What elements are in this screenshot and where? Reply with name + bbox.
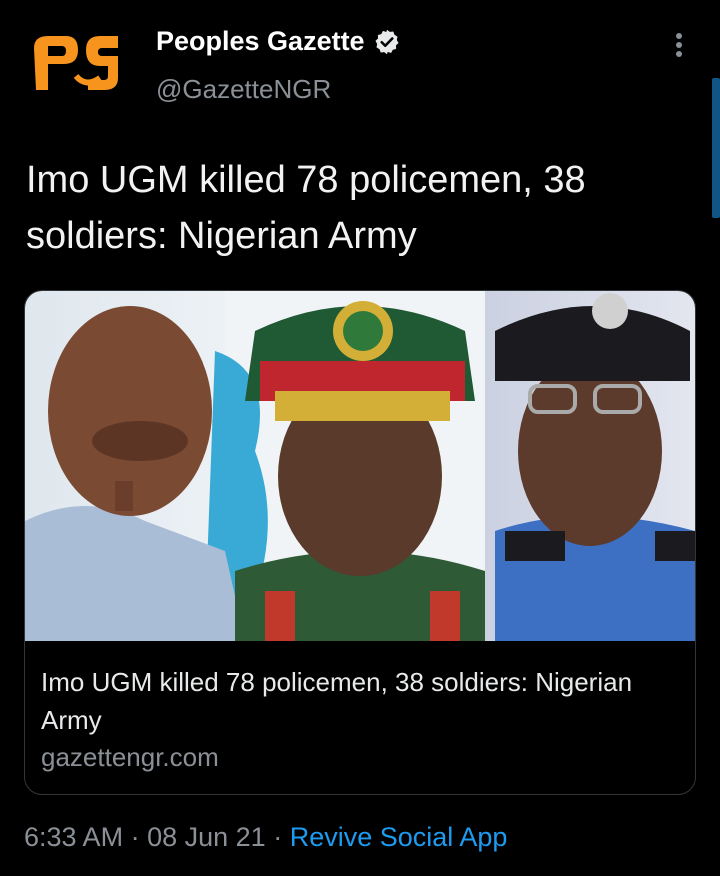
meta-separator: ·	[273, 822, 283, 852]
tweet-date[interactable]: 08 Jun 21	[147, 822, 266, 852]
link-card-title[interactable]: Imo UGM killed 78 policemen, 38 soldiers…	[41, 663, 681, 739]
scrollbar[interactable]	[712, 78, 720, 218]
display-name[interactable]: Peoples Gazette	[156, 26, 365, 57]
news-photo-image[interactable]	[25, 291, 695, 641]
tweet-meta: 6:33 AM · 08 Jun 21 · Revive Social App	[24, 822, 507, 853]
verified-badge-icon	[375, 29, 399, 54]
link-card[interactable]: Imo UGM killed 78 policemen, 38 soldiers…	[24, 290, 696, 795]
tweet-time[interactable]: 6:33 AM	[24, 822, 123, 852]
tweet-text: Imo UGM killed 78 policemen, 38 soldiers…	[26, 159, 586, 257]
link-card-domain[interactable]: gazettengr.com	[41, 742, 219, 773]
more-options-icon[interactable]	[664, 30, 694, 60]
account-name-row[interactable]: Peoples Gazette	[156, 26, 401, 57]
source-app-link[interactable]: Revive Social App	[290, 822, 508, 852]
pg-logo-icon[interactable]	[26, 28, 124, 98]
account-handle[interactable]: @GazetteNGR	[156, 74, 331, 105]
meta-separator: ·	[130, 822, 140, 852]
